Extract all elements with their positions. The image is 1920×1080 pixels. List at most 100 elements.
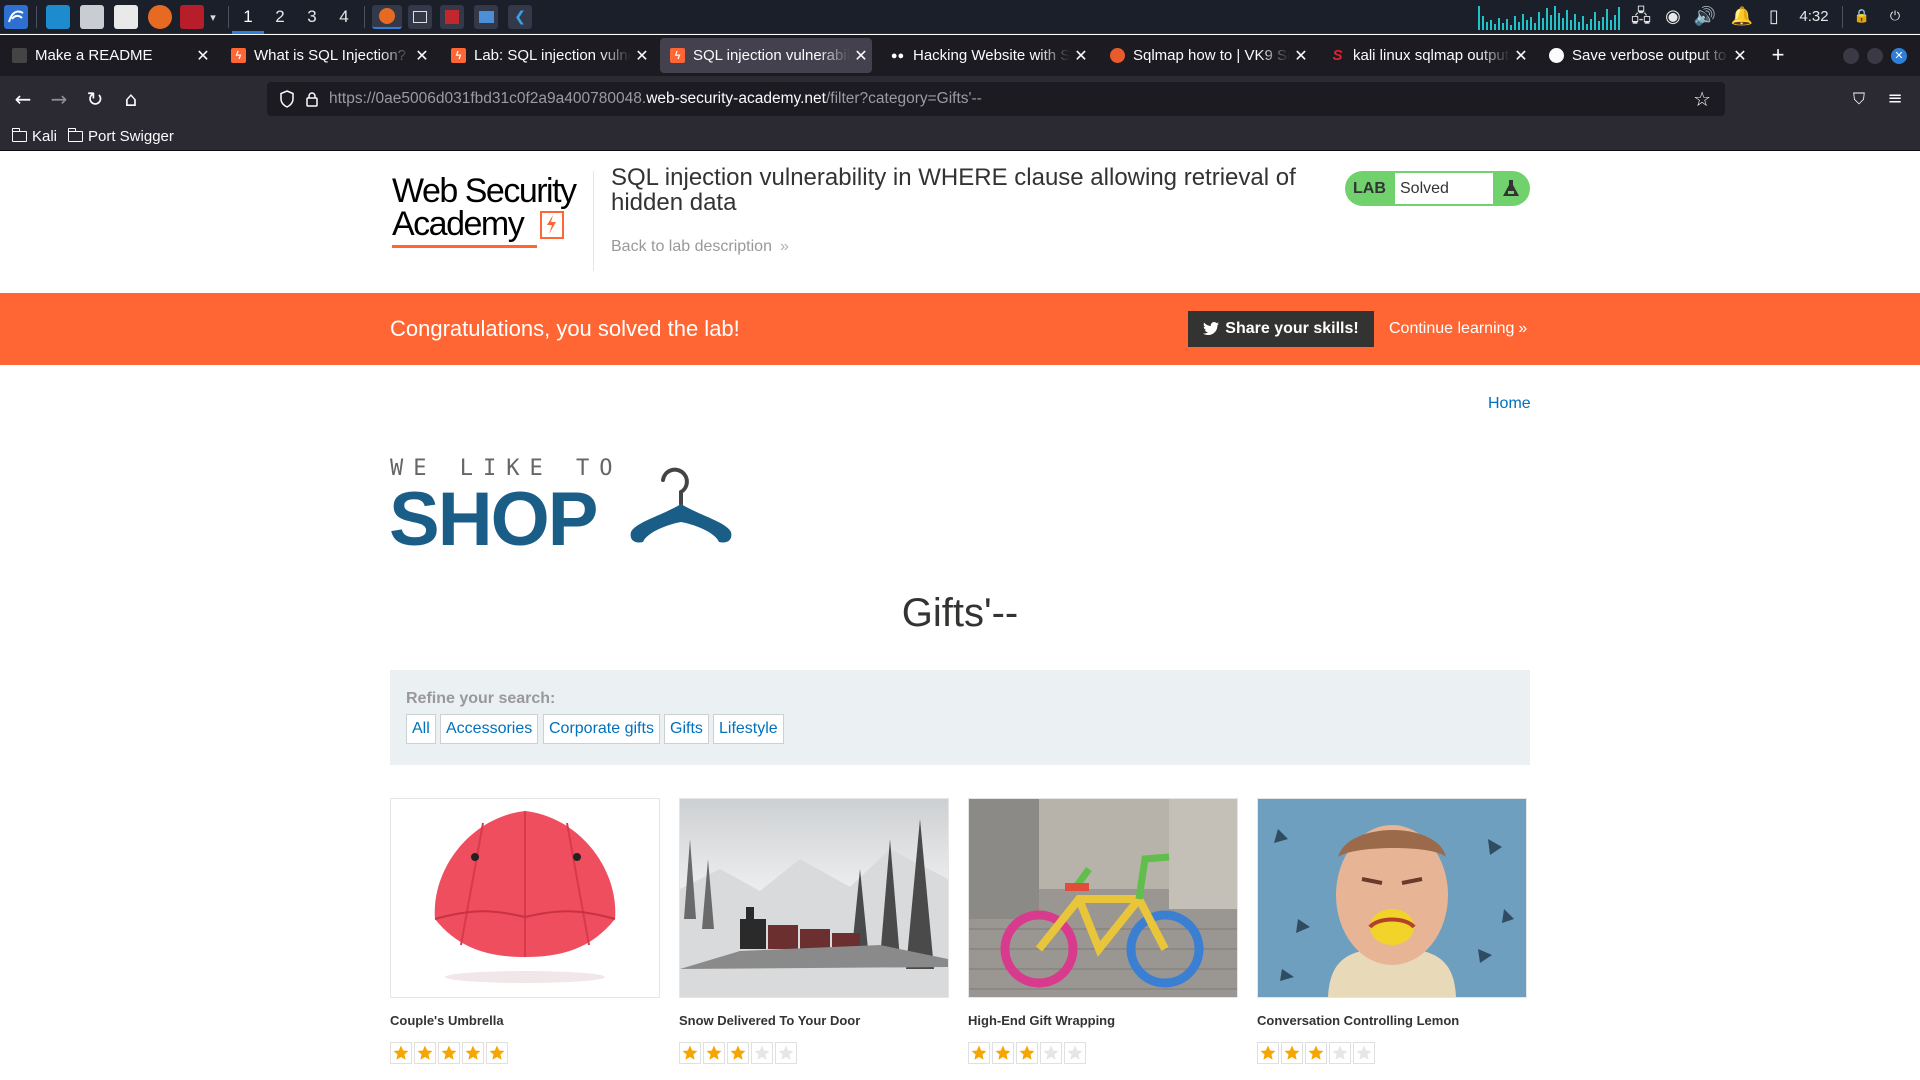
- files-window-icon[interactable]: [474, 5, 498, 29]
- url-prefix: https://0ae5006d031fbd31c0f2a9a400780048…: [329, 90, 647, 107]
- filter-all[interactable]: All: [406, 714, 436, 744]
- show-desktop-icon[interactable]: [46, 5, 70, 29]
- share-skills-button[interactable]: Share your skills!: [1188, 311, 1374, 347]
- workspace-3[interactable]: 3: [296, 0, 328, 34]
- star-filled-icon: [968, 1042, 990, 1064]
- continue-learning-link[interactable]: Continue learning»: [1389, 320, 1527, 338]
- tab-save-verbose-output[interactable]: Save verbose output to fi ✕: [1539, 38, 1751, 73]
- star-empty-icon: [1329, 1042, 1351, 1064]
- product-card[interactable]: Conversation Controlling Lemon: [1257, 798, 1527, 1064]
- share-button-label: Share your skills!: [1225, 320, 1359, 337]
- battery-icon[interactable]: ▯: [1764, 5, 1784, 29]
- product-image-snow-train[interactable]: [679, 798, 949, 998]
- filter-lifestyle[interactable]: Lifestyle: [713, 714, 784, 744]
- close-icon[interactable]: ✕: [850, 46, 872, 65]
- bookmark-star-icon[interactable]: ☆: [1693, 87, 1711, 111]
- product-image-lemon-man[interactable]: [1257, 798, 1527, 998]
- chevron-down-icon[interactable]: ▾: [206, 5, 220, 29]
- web-security-academy-logo[interactable]: Web Security Academy: [392, 173, 594, 253]
- close-icon[interactable]: ✕: [192, 46, 214, 65]
- star-empty-icon: [751, 1042, 773, 1064]
- reload-icon[interactable]: ↻: [80, 84, 110, 114]
- lab-status-badge: LAB Solved: [1345, 171, 1530, 206]
- terminal-icon[interactable]: [180, 5, 204, 29]
- solved-banner: Congratulations, you solved the lab! Sha…: [0, 293, 1920, 365]
- tab-hacking-website[interactable]: ●● Hacking Website with Sq ✕: [880, 38, 1092, 73]
- tab-what-is-sql-injection[interactable]: ϟ What is SQL Injection? Tu ✕: [221, 38, 433, 73]
- menu-icon[interactable]: ≡: [1880, 84, 1910, 114]
- tab-sqlmap-vk9[interactable]: Sqlmap how to | VK9 Sec ✕: [1100, 38, 1312, 73]
- double-chevron-right-icon: »: [1518, 320, 1528, 337]
- close-icon[interactable]: ✕: [1290, 46, 1312, 65]
- power-menu-icon[interactable]: ⏻: [1884, 5, 1906, 29]
- tab-sql-injection-vulnerability[interactable]: ϟ SQL injection vulnerabilit ✕: [660, 38, 872, 73]
- firefox-window-icon[interactable]: [372, 5, 402, 29]
- maximize-window-icon[interactable]: [1867, 48, 1883, 64]
- browser-tab-bar: Make a README ✕ ϟ What is SQL Injection?…: [0, 35, 1920, 76]
- back-arrow-icon[interactable]: ←: [8, 84, 38, 114]
- star-filled-icon: [462, 1042, 484, 1064]
- url-bar[interactable]: https://0ae5006d031fbd31c0f2a9a400780048…: [267, 82, 1725, 116]
- forward-arrow-icon[interactable]: →: [44, 84, 74, 114]
- filter-accessories[interactable]: Accessories: [440, 714, 539, 744]
- lock-screen-icon[interactable]: 🔒: [1852, 5, 1872, 29]
- network-icon[interactable]: 🖧: [1628, 5, 1654, 29]
- product-image-gift-wrapping-bike[interactable]: [968, 798, 1238, 998]
- kali-menu-icon[interactable]: [4, 5, 28, 29]
- close-icon[interactable]: ✕: [411, 46, 433, 65]
- workspace-4[interactable]: 4: [328, 0, 360, 34]
- filter-corporate-gifts[interactable]: Corporate gifts: [543, 714, 660, 744]
- product-name: Conversation Controlling Lemon: [1257, 1013, 1460, 1028]
- home-link[interactable]: Home: [1488, 395, 1531, 413]
- we-like-to-shop-logo: WE LIKE TO SHOP: [389, 456, 743, 562]
- close-icon[interactable]: ✕: [1070, 46, 1092, 65]
- close-icon[interactable]: ✕: [1510, 46, 1532, 65]
- minimize-window-icon[interactable]: [1843, 48, 1859, 64]
- bookmark-folder-kali[interactable]: Kali: [11, 125, 57, 147]
- star-filled-icon: [679, 1042, 701, 1064]
- bookmark-folder-port-swigger[interactable]: Port Swigger: [67, 125, 174, 147]
- discord-icon[interactable]: ◉: [1660, 5, 1686, 29]
- flask-icon: [1502, 179, 1520, 198]
- back-to-lab-description-link[interactable]: Back to lab description »: [611, 238, 789, 256]
- filter-gifts[interactable]: Gifts: [664, 714, 709, 744]
- volume-icon[interactable]: 🔊: [1692, 5, 1718, 29]
- tab-lab-sql-injection[interactable]: ϟ Lab: SQL injection vulner ✕: [441, 38, 653, 73]
- product-card[interactable]: Snow Delivered To Your Door: [679, 798, 949, 1064]
- lock-icon[interactable]: [305, 91, 319, 107]
- twitter-icon: [1203, 322, 1220, 335]
- burp-window-icon[interactable]: [440, 5, 464, 29]
- pocket-icon[interactable]: ⛉: [1844, 84, 1874, 114]
- close-window-icon[interactable]: ✕: [1891, 48, 1907, 64]
- home-icon[interactable]: ⌂: [116, 84, 146, 114]
- portswigger-icon: ϟ: [231, 48, 246, 63]
- product-image-umbrella[interactable]: [390, 798, 660, 998]
- logo-underline: [392, 245, 537, 248]
- workspace-1[interactable]: 1: [232, 0, 264, 34]
- medium-icon: ●●: [890, 49, 905, 62]
- firefox-icon[interactable]: [148, 5, 172, 29]
- url-text[interactable]: https://0ae5006d031fbd31c0f2a9a400780048…: [329, 82, 982, 116]
- product-card[interactable]: Couple's Umbrella: [390, 798, 660, 1064]
- continue-link-label: Continue learning: [1389, 320, 1515, 337]
- close-icon[interactable]: ✕: [1729, 46, 1751, 65]
- hanger-icon: [630, 467, 732, 543]
- tab-title: Make a README: [35, 47, 153, 64]
- text-editor-icon[interactable]: [114, 5, 138, 29]
- terminal-window-icon[interactable]: [408, 5, 432, 29]
- new-tab-icon[interactable]: +: [1766, 43, 1790, 67]
- star-filled-icon: [414, 1042, 436, 1064]
- shield-icon[interactable]: [279, 90, 295, 108]
- star-empty-icon: [775, 1042, 797, 1064]
- file-manager-icon[interactable]: [80, 5, 104, 29]
- clock[interactable]: 4:32: [1794, 5, 1834, 29]
- star-filled-icon: [1257, 1042, 1279, 1064]
- workspace-2[interactable]: 2: [264, 0, 296, 34]
- product-card[interactable]: High-End Gift Wrapping: [968, 798, 1238, 1064]
- tab-make-readme[interactable]: Make a README ✕: [2, 38, 214, 73]
- notification-bell-icon[interactable]: 🔔: [1730, 5, 1754, 29]
- close-icon[interactable]: ✕: [631, 46, 653, 65]
- vscode-window-icon[interactable]: ❮: [508, 5, 532, 29]
- scribd-icon: S: [1332, 47, 1343, 64]
- tab-kali-sqlmap-output[interactable]: S kali linux sqlmap output f ✕: [1320, 38, 1532, 73]
